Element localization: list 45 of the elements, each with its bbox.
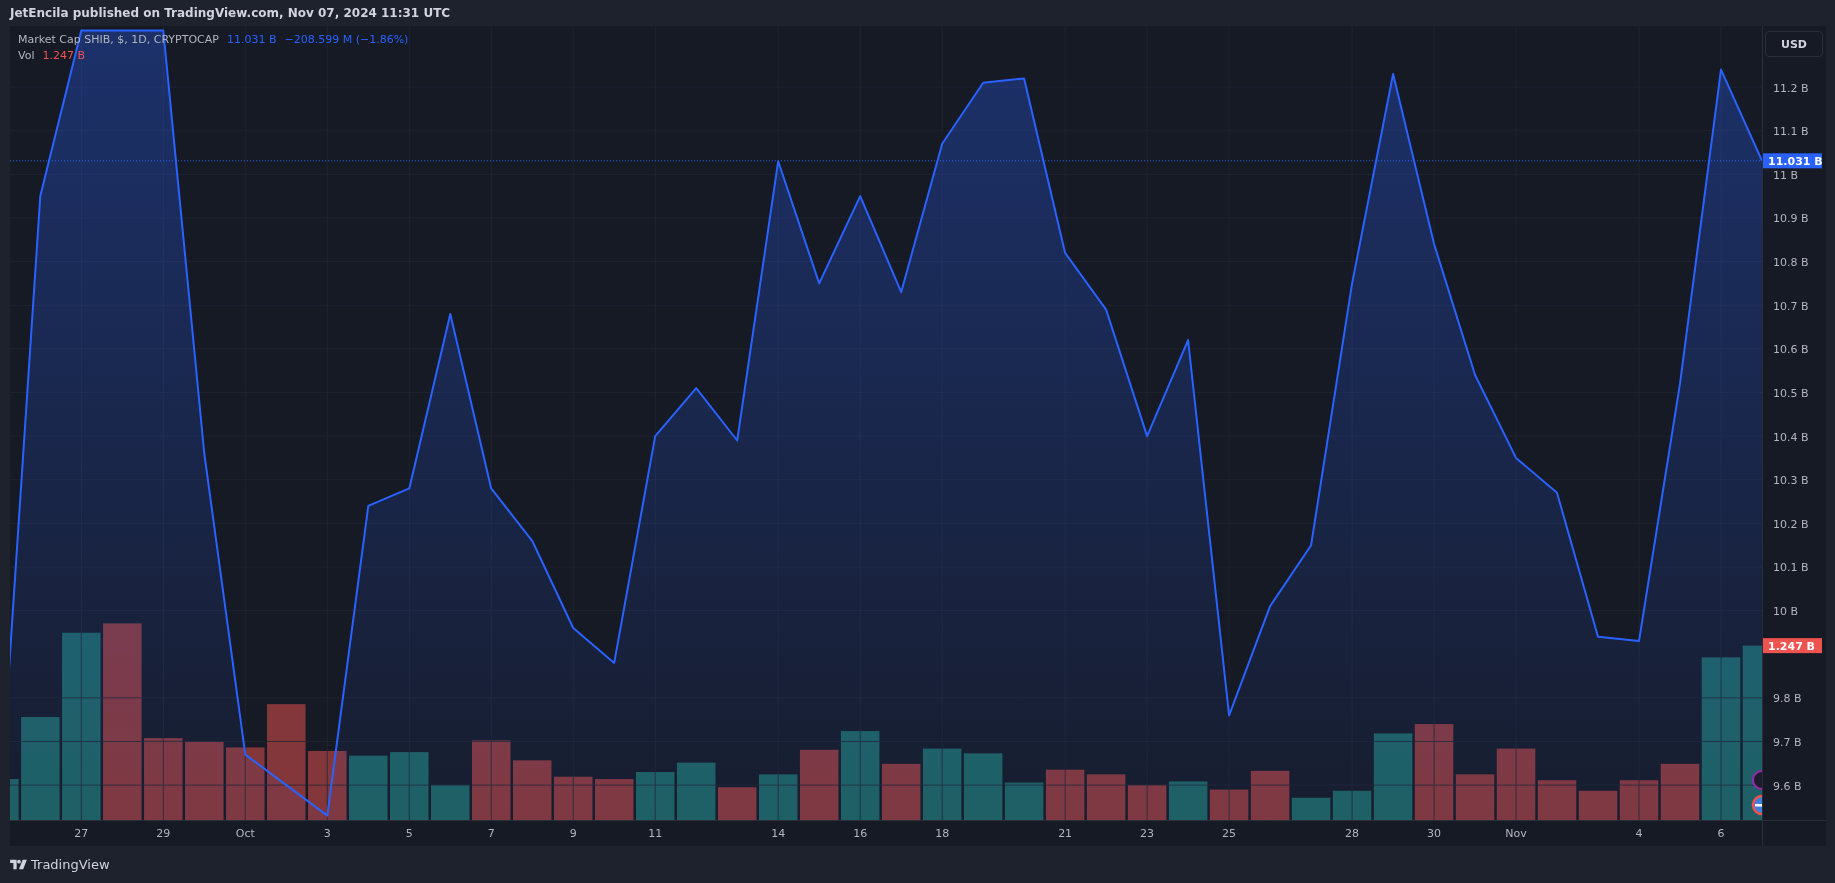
axis-label: 18 (935, 827, 950, 840)
last-price-label: 11.031 B (1763, 153, 1823, 169)
axis-label: 10.6 B (1773, 343, 1809, 357)
price-value: 11.031 B (226, 33, 277, 46)
axis-label: 30 (1427, 827, 1442, 840)
brand-name[interactable]: TradingView (31, 857, 110, 872)
axis-label: 23 (1140, 827, 1155, 840)
last-volume-label: 1.247 B (1763, 638, 1822, 654)
axis-label: 4 (1635, 827, 1643, 840)
axis-label: 10.2 B (1773, 517, 1809, 531)
volume-value: 1.247 B (42, 49, 85, 62)
axis-label: 28 (1345, 827, 1360, 840)
axis-label: 11 (648, 827, 663, 840)
axis-label: 11 B (1773, 168, 1799, 182)
axis-label: 16 (853, 827, 868, 840)
axis-label: 10 B (1773, 605, 1799, 619)
axis-label: 27 (74, 827, 89, 840)
axis-label: 11.1 B (1773, 125, 1809, 139)
axis-label: 7 (487, 827, 495, 840)
publish-info: JetEncila published on TradingView.com, Nov 07, 2024 11:31 UTC (10, 6, 451, 20)
axis-label: 29 (156, 827, 171, 840)
axis-label: Oct (235, 827, 255, 840)
axis-label: 6 (1717, 827, 1725, 840)
axis-label: 10.3 B (1773, 474, 1809, 488)
axis-label: 21 (1058, 827, 1073, 840)
axis-label: 11.2 B (1773, 81, 1809, 95)
axis-label: 3 (323, 827, 331, 840)
logo-icon[interactable] (10, 858, 27, 871)
axis-label: 9.7 B (1773, 735, 1802, 749)
axis-label: Nov (1505, 827, 1527, 840)
axis-label: 10.4 B (1773, 430, 1809, 444)
volume-title: Vol (18, 49, 35, 62)
axis-label: 10.7 B (1773, 299, 1809, 313)
axis-label: 9.8 B (1773, 692, 1802, 706)
axis-label: 14 (771, 827, 786, 840)
axis-label: 10.5 B (1773, 386, 1809, 400)
axis-label: 10.9 B (1773, 212, 1809, 226)
price-change: −208.599 M (−1.86%) (284, 33, 409, 46)
currency-button[interactable]: USD (1765, 31, 1823, 57)
axis-label: 10.8 B (1773, 256, 1809, 270)
axis-label: 10.1 B (1773, 561, 1809, 575)
axis-label: 9.6 B (1773, 779, 1802, 793)
axis-label: 25 (1222, 827, 1237, 840)
axis-label: 9 (569, 827, 577, 840)
axis-label: 5 (405, 827, 413, 840)
